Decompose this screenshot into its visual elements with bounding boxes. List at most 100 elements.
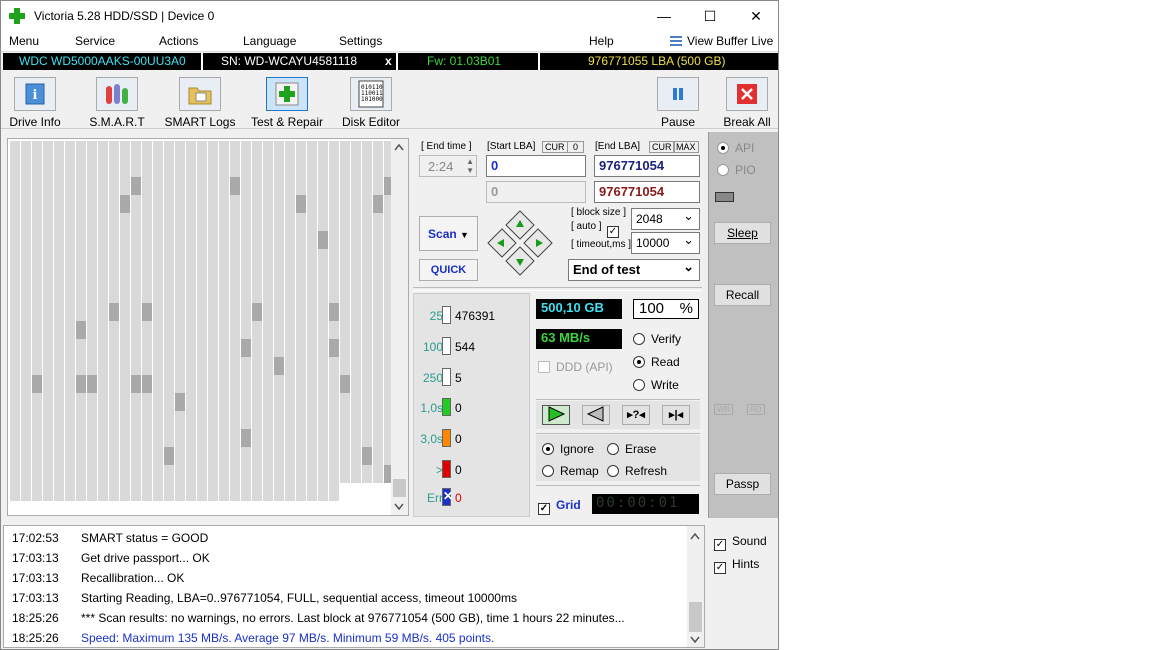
start-cur-button[interactable]: CUR xyxy=(542,141,568,153)
grid-cell xyxy=(131,213,141,231)
api-radio[interactable]: API xyxy=(717,141,754,155)
grid-cell xyxy=(164,411,174,429)
menu-actions[interactable]: Actions xyxy=(159,34,198,48)
grid-cell xyxy=(285,159,295,177)
erase-radio[interactable]: Erase xyxy=(607,442,656,456)
verify-radio[interactable]: Verify xyxy=(633,332,681,346)
end-time-field[interactable]: 2:24 ▲ ▼ xyxy=(419,155,477,177)
grid-cell xyxy=(120,375,130,393)
grid-cell xyxy=(21,141,31,159)
write-radio[interactable]: Write xyxy=(633,378,679,392)
disk-editor-button[interactable]: 010110 110011 101000 Disk Editor xyxy=(339,77,403,129)
spin-arrows-icon[interactable]: ▲ ▼ xyxy=(466,157,474,175)
chevron-up-icon[interactable] xyxy=(394,143,404,151)
log-scrollbar[interactable] xyxy=(687,526,704,647)
grid-cell xyxy=(197,429,207,447)
grid-cell xyxy=(54,285,64,303)
grid-cell xyxy=(164,375,174,393)
end-max-button[interactable]: MAX xyxy=(673,141,699,153)
end-lba-field[interactable]: 976771054 xyxy=(594,155,700,177)
break-all-button[interactable]: Break All xyxy=(721,77,773,129)
grid-cell xyxy=(252,303,262,321)
grid-cell xyxy=(329,141,339,159)
auto-checkbox[interactable]: ✓ xyxy=(607,221,625,238)
play-button[interactable] xyxy=(542,405,570,425)
hints-checkbox[interactable]: ✓ Hints xyxy=(714,557,759,574)
read-radio[interactable]: Read xyxy=(633,355,680,369)
grid-checkbox[interactable]: ✓ Grid xyxy=(538,498,581,515)
grid-cell xyxy=(120,465,130,483)
grid-cell xyxy=(307,483,317,501)
chevron-down-icon[interactable] xyxy=(690,636,700,644)
grid-cell xyxy=(65,231,75,249)
block-size-select[interactable]: 2048 xyxy=(631,208,700,230)
refresh-radio[interactable]: Refresh xyxy=(607,464,667,478)
ignore-radio[interactable]: Ignore xyxy=(542,442,594,456)
grid-cell xyxy=(208,141,218,159)
log-text: *** Scan results: no warnings, no errors… xyxy=(81,611,625,625)
close-drive-x[interactable]: x xyxy=(385,54,392,68)
rd-indicator: RD xyxy=(747,404,765,415)
grid-cell xyxy=(21,465,31,483)
chevron-up-icon[interactable] xyxy=(690,532,700,540)
menu-menu[interactable]: Menu xyxy=(9,34,39,48)
quick-button[interactable]: QUICK xyxy=(419,259,478,281)
test-repair-button[interactable]: Test & Repair xyxy=(248,77,326,129)
divider xyxy=(536,433,700,434)
grid-cell xyxy=(98,447,108,465)
maximize-button[interactable]: ☐ xyxy=(687,1,733,31)
grid-cell xyxy=(362,465,372,483)
scroll-thumb[interactable] xyxy=(689,602,702,632)
end-lba-current-field: 976771054 xyxy=(594,181,700,203)
minimize-button[interactable]: — xyxy=(641,1,687,31)
timeout-select[interactable]: 10000 xyxy=(631,232,700,254)
scan-button[interactable]: Scan ▼ xyxy=(419,216,478,251)
random-seek-button[interactable]: ▸?◂ xyxy=(622,405,650,425)
drive-model[interactable]: WDC WD5000AAKS-00UU3A0 xyxy=(19,54,186,68)
grid-cell xyxy=(340,267,350,285)
log-text: Recallibration... OK xyxy=(81,571,185,585)
ddd-checkbox[interactable]: DDD (API) xyxy=(538,360,613,374)
grid-cell xyxy=(142,141,152,159)
remap-radio[interactable]: Remap xyxy=(542,464,599,478)
end-action-select[interactable]: End of test xyxy=(568,259,700,281)
menu-settings[interactable]: Settings xyxy=(339,34,382,48)
grid-cell xyxy=(241,159,251,177)
stat-color xyxy=(442,306,451,324)
sleep-button[interactable]: Sleep xyxy=(714,222,771,244)
start-zero-button[interactable]: 0 xyxy=(567,141,585,153)
close-button[interactable]: ✕ xyxy=(733,1,778,31)
grid-cell xyxy=(153,375,163,393)
grid-scrollbar[interactable] xyxy=(391,139,408,515)
pio-radio[interactable]: PIO xyxy=(717,163,756,177)
drive-info-button[interactable]: i Drive Info xyxy=(7,77,63,129)
chevron-down-icon[interactable] xyxy=(394,503,404,511)
smart-logs-button[interactable]: SMART Logs xyxy=(164,77,236,129)
grid-cell xyxy=(219,393,229,411)
view-buffer-live[interactable]: View Buffer Live xyxy=(687,34,773,48)
rewind-button[interactable] xyxy=(582,405,610,425)
sound-checkbox[interactable]: ✓ Sound xyxy=(714,534,767,551)
grid-cell xyxy=(329,177,339,195)
block-size-label: [ block size ] xyxy=(571,207,627,218)
menu-service[interactable]: Service xyxy=(75,34,115,48)
direction-pad[interactable] xyxy=(487,210,553,276)
recall-button[interactable]: Recall xyxy=(714,284,771,306)
grid-cell xyxy=(109,465,119,483)
grid-cell xyxy=(186,159,196,177)
butterfly-button[interactable]: ▸|◂ xyxy=(662,405,690,425)
start-lba-field[interactable]: 0 xyxy=(486,155,586,177)
grid-cell xyxy=(219,195,229,213)
grid-cell xyxy=(175,483,185,501)
grid-cell xyxy=(131,375,141,393)
menu-language[interactable]: Language xyxy=(243,34,296,48)
passp-button[interactable]: Passp xyxy=(714,473,771,495)
grid-cell xyxy=(362,393,372,411)
grid-cells xyxy=(10,141,395,501)
pause-button[interactable]: Pause xyxy=(657,77,699,129)
end-cur-button[interactable]: CUR xyxy=(649,141,675,153)
grid-cell xyxy=(43,249,53,267)
smart-button[interactable]: S.M.A.R.T xyxy=(87,77,147,129)
scroll-thumb[interactable] xyxy=(393,479,406,497)
menu-help[interactable]: Help xyxy=(589,34,614,48)
